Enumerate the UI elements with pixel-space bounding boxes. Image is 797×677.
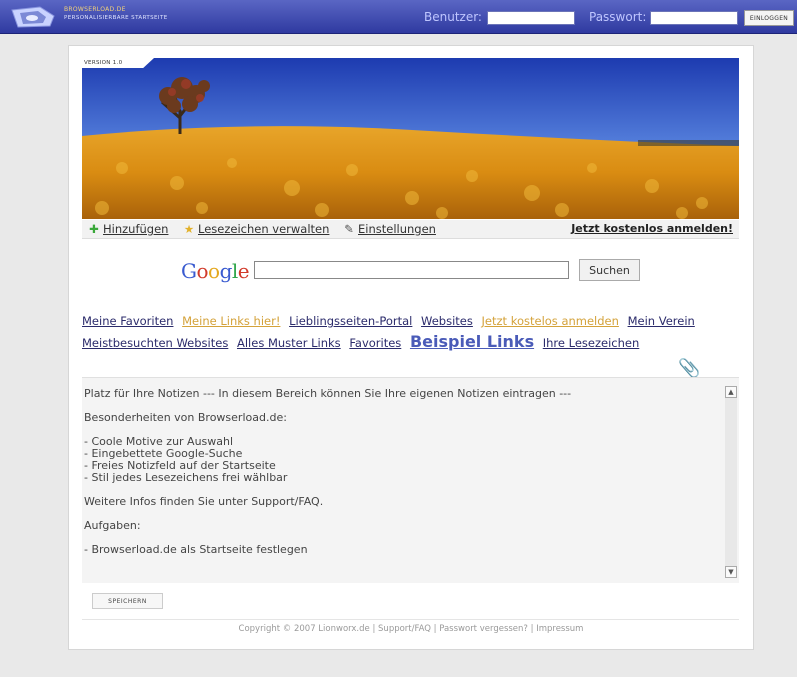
link-lieblingsseiten-portal[interactable]: Lieblingsseiten-Portal: [289, 314, 412, 328]
notes-scrollbar[interactable]: ▲ ▼: [725, 386, 737, 578]
username-input[interactable]: [487, 11, 575, 25]
logo-title: BROWSERLOAD.DE: [64, 6, 126, 13]
add-bookmark-link[interactable]: ✚ Hinzufügen: [88, 222, 168, 236]
link-meistbesuchten-websites[interactable]: Meistbesuchten Websites: [82, 336, 228, 350]
password-input[interactable]: [650, 11, 738, 25]
plus-icon: ✚: [89, 222, 99, 236]
wrench-icon: ✎: [344, 222, 354, 236]
settings-label: Einstellungen: [358, 222, 436, 236]
link-websites[interactable]: Websites: [421, 314, 473, 328]
notes-text[interactable]: Platz für Ihre Notizen --- In diesem Ber…: [84, 388, 714, 556]
link-jetzt-anmelden[interactable]: Jetzt kostelos anmelden: [482, 314, 619, 328]
manage-bookmarks-label: Lesezeichen verwalten: [198, 222, 330, 236]
browserload-logo-icon[interactable]: [10, 6, 58, 28]
top-bar: BROWSERLOAD.DE PERSONALISIERBARE STARTSE…: [0, 0, 797, 34]
password-label: Passwort:: [589, 10, 647, 24]
main-panel: VERSION 1.0 ✚ Hinzufügen ★ Lesezeichen v…: [68, 45, 754, 650]
logo-subtitle: PERSONALISIERBARE STARTSEITE: [64, 15, 168, 21]
footer-divider: [82, 619, 739, 620]
link-alles-muster-links[interactable]: Alles Muster Links: [237, 336, 341, 350]
links-row-1: Meine Favoriten Meine Links hier! Liebli…: [82, 314, 700, 328]
save-notes-button[interactable]: SPEICHERN: [92, 593, 163, 609]
scroll-down-icon[interactable]: ▼: [725, 566, 737, 578]
google-search-input[interactable]: [254, 261, 569, 279]
google-logo: Google: [181, 259, 250, 283]
link-beispiel-links[interactable]: Beispiel Links: [410, 332, 534, 351]
link-favorites[interactable]: Favorites: [349, 336, 401, 350]
link-ihre-lesezeichen[interactable]: Ihre Lesezeichen: [543, 336, 640, 350]
link-meine-links[interactable]: Meine Links hier!: [182, 314, 280, 328]
version-label: VERSION 1.0: [82, 58, 154, 68]
add-bookmark-label: Hinzufügen: [103, 222, 169, 236]
manage-bookmarks-link[interactable]: ★ Lesezeichen verwalten: [183, 222, 330, 236]
scroll-up-icon[interactable]: ▲: [725, 386, 737, 398]
notes-area[interactable]: Platz für Ihre Notizen --- In diesem Ber…: [82, 377, 739, 583]
link-mein-verein[interactable]: Mein Verein: [628, 314, 695, 328]
link-meine-favoriten[interactable]: Meine Favoriten: [82, 314, 173, 328]
footer-text: Copyright © 2007 Lionworx.de | Support/F…: [238, 624, 584, 634]
bookmark-toolbar: ✚ Hinzufügen ★ Lesezeichen verwalten ✎ Eins…: [82, 220, 739, 239]
settings-link[interactable]: ✎ Einstellungen: [343, 222, 436, 236]
username-label: Benutzer:: [424, 10, 482, 24]
star-icon: ★: [183, 222, 195, 236]
search-button[interactable]: Suchen: [579, 259, 640, 281]
paperclip-icon: 📎: [678, 358, 701, 379]
register-link[interactable]: Jetzt kostenlos anmelden!: [571, 222, 733, 235]
header-banner-image: VERSION 1.0: [82, 58, 739, 219]
links-row-2: Meistbesuchten Websites Alles Muster Lin…: [82, 332, 644, 351]
login-button[interactable]: EINLOGGEN: [744, 10, 794, 26]
